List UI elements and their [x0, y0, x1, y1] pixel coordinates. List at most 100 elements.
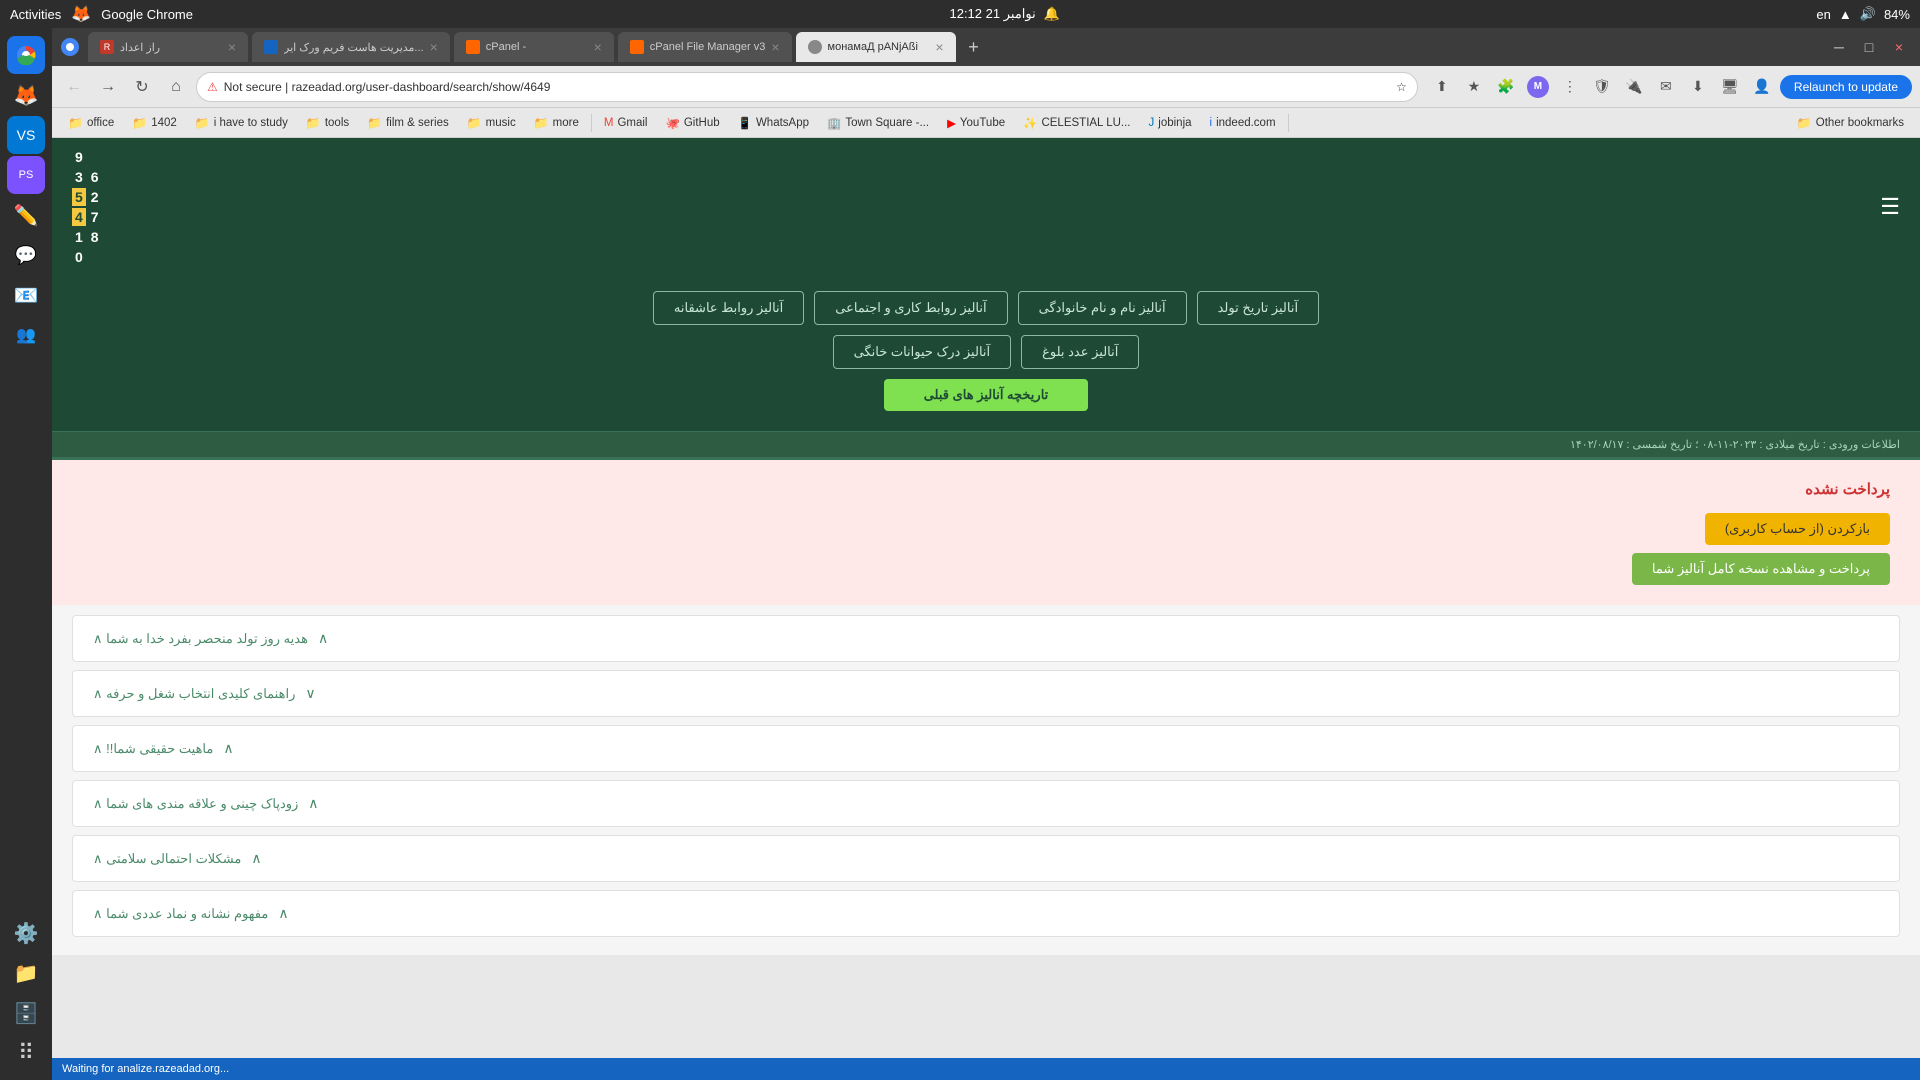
tab-cpanel[interactable]: cPanel - ×	[454, 32, 614, 62]
screen-icon[interactable]: 🖥	[1716, 73, 1744, 101]
info-text: اطلاعات ورودی : تاریخ میلادی : ۲۰۲۳-۱۱-۰…	[1570, 439, 1900, 451]
forward-button[interactable]: →	[94, 73, 122, 101]
bookmark-tools[interactable]: 📁 tools	[298, 111, 357, 135]
bookmark-youtube[interactable]: ▶ YouTube	[939, 111, 1013, 135]
more-tools-icon[interactable]: ⋮	[1556, 73, 1584, 101]
maximize-button[interactable]: □	[1856, 34, 1882, 60]
analysis-btn-birthdate[interactable]: آنالیز تاریخ تولد	[1197, 291, 1319, 325]
tab1-close-btn[interactable]: ×	[228, 39, 236, 55]
bookmark-whatsapp[interactable]: 📱 WhatsApp	[730, 111, 817, 135]
bookmarks-bar: 📁 office 📁 1402 📁 i have to study 📁 tool…	[52, 108, 1920, 138]
section-item-symbol[interactable]: ∧ مفهوم نشانه و نماد عددی شما ∧	[72, 890, 1900, 937]
relaunch-button[interactable]: Relaunch to update	[1780, 75, 1912, 99]
extension-icon3[interactable]: 👤	[1748, 73, 1776, 101]
sidebar-icon-team[interactable]: 👥	[7, 316, 45, 354]
tab-monamad[interactable]: монамаД рАNjАßi ×	[796, 32, 956, 62]
notification-icon[interactable]: 🔔	[1044, 6, 1060, 22]
reactivate-button[interactable]: بازکردن (از حساب کاربری)	[1705, 513, 1890, 545]
tab-hosting[interactable]: مدیریت هاست فریم ورک ایر... ×	[252, 32, 450, 62]
sidebar-icon-appgrid[interactable]: ⠿	[7, 1034, 45, 1072]
download-icon[interactable]: ⬇	[1684, 73, 1712, 101]
shield-icon[interactable]: 🛡	[1588, 73, 1616, 101]
tab-razadad[interactable]: R راز اعداد ×	[88, 32, 248, 62]
bookmark-film[interactable]: 📁 film & series	[359, 111, 457, 135]
url-text: Not secure | razeadad.org/user-dashboard…	[224, 80, 1390, 94]
logo-num-1: 1	[72, 228, 86, 246]
github-icon: 🐙	[665, 116, 679, 130]
tab4-close-btn[interactable]: ×	[771, 39, 779, 55]
section-item-career[interactable]: ∨ راهنمای کلیدی انتخاب شغل و حرفه ∧	[72, 670, 1900, 717]
tab1-favicon: R	[100, 40, 114, 54]
bookmark-1402[interactable]: 📁 1402	[124, 111, 185, 135]
bookmark-more[interactable]: 📁 more	[526, 111, 587, 135]
folder-icon: 📁	[534, 116, 549, 130]
back-button[interactable]: ←	[60, 73, 88, 101]
logo-num-empty	[88, 148, 102, 166]
analysis-btn-name[interactable]: آنالیز نام و نام خانوادگی	[1018, 291, 1187, 325]
close-window-button[interactable]: ×	[1886, 34, 1912, 60]
bookmark-gmail[interactable]: M Gmail	[596, 111, 656, 135]
tab3-close-btn[interactable]: ×	[594, 39, 602, 55]
bookmark-label: tools	[325, 117, 349, 129]
section-title: ماهیت حقیقی شما!! ∧	[93, 741, 213, 757]
section-item-nature[interactable]: ∧ ماهیت حقیقی شما!! ∧	[72, 725, 1900, 772]
reload-button[interactable]: ↻	[128, 73, 156, 101]
extension-icon1[interactable]: 🔌	[1620, 73, 1648, 101]
analysis-btn-pet[interactable]: آنالیز درک حیوانات خانگی	[833, 335, 1012, 369]
browser-window: R راز اعداد × مدیریت هاست فریم ورک ایر..…	[52, 28, 1920, 955]
sidebar-icon-archive[interactable]: 🗄️	[7, 994, 45, 1032]
sidebar-icon-thunderbird[interactable]: 📧	[7, 276, 45, 314]
star-icon[interactable]: ★	[1460, 73, 1488, 101]
history-button[interactable]: تاریخچه آنالیز های قبلی	[884, 379, 1089, 411]
puzzle-icon[interactable]: 🧩	[1492, 73, 1520, 101]
home-button[interactable]: ⌂	[162, 73, 190, 101]
bookmark-celestial[interactable]: ✨ CELESTIAL LU...	[1015, 111, 1138, 135]
tab2-close-btn[interactable]: ×	[430, 39, 438, 55]
sidebar-icon-chrome[interactable]	[7, 36, 45, 74]
section-title: مفهوم نشانه و نماد عددی شما ∧	[93, 906, 268, 922]
analysis-btn-maturity[interactable]: آنالیز عدد بلوغ	[1021, 335, 1139, 369]
section-title: زودپاک چینی و علاقه مندی های شما ∧	[93, 796, 298, 812]
sidebar-icon-settings[interactable]: ⚙️	[7, 914, 45, 952]
analysis-btn-social[interactable]: آنالیز روابط کاری و اجتماعی	[814, 291, 1007, 325]
site-logo: 9 3 6 5 2 4 7 1 8 0	[72, 148, 102, 266]
sidebar-icon-vscode[interactable]: VS	[7, 116, 45, 154]
tab5-close-btn[interactable]: ×	[935, 39, 943, 55]
chevron-down-icon: ∨	[305, 685, 315, 702]
extension-icon2[interactable]: ✉	[1652, 73, 1680, 101]
bookmark-star-icon[interactable]: ☆	[1396, 80, 1407, 94]
sidebar-icon-inkscape[interactable]: ✏️	[7, 196, 45, 234]
profile-icon[interactable]: M	[1524, 73, 1552, 101]
os-bar: Activities 🦊 Google Chrome 12:12 21 نوام…	[0, 0, 1920, 28]
bookmark-label: GitHub	[684, 117, 720, 129]
activities-label[interactable]: Activities	[10, 7, 61, 22]
analysis-btn-romantic[interactable]: آنالیز روابط عاشقانه	[653, 291, 804, 325]
hamburger-menu-button[interactable]: ☰	[1880, 194, 1900, 220]
section-item-health[interactable]: ∧ مشکلات احتمالی سلامتی ∧	[72, 835, 1900, 882]
sidebar-icon-slack[interactable]: 💬	[7, 236, 45, 274]
indeed-icon: i	[1210, 117, 1213, 129]
bookmark-townsquare[interactable]: 🏢 Town Square -...	[819, 111, 937, 135]
minimize-button[interactable]: ─	[1826, 34, 1852, 60]
bookmark-other[interactable]: 📁 Other bookmarks	[1789, 111, 1912, 135]
bookmark-indeed[interactable]: i indeed.com	[1202, 111, 1284, 135]
sidebar-icon-firefox[interactable]: 🦊	[7, 76, 45, 114]
volume-icon: 🔊	[1860, 6, 1876, 22]
section-item-chinese[interactable]: ∧ زودپاک چینی و علاقه مندی های شما ∧	[72, 780, 1900, 827]
logo-num-2: 2	[88, 188, 102, 206]
tab-cpanel-file[interactable]: cPanel File Manager v3 ×	[618, 32, 792, 62]
sidebar-icon-files[interactable]: 📁	[7, 954, 45, 992]
bookmark-music[interactable]: 📁 music	[459, 111, 524, 135]
bookmark-office[interactable]: 📁 office	[60, 111, 122, 135]
url-bar[interactable]: ⚠ Not secure | razeadad.org/user-dashboa…	[196, 72, 1418, 102]
sidebar-icon-phpstorm[interactable]: PS	[7, 156, 45, 194]
tab1-title: راز اعداد	[120, 41, 222, 54]
section-item-birthday[interactable]: ∧ هدیه روز تولد منحصر بفرد خدا به شما ∧	[72, 615, 1900, 662]
bookmark-github[interactable]: 🐙 GitHub	[657, 111, 727, 135]
pay-button[interactable]: پرداخت و مشاهده نسخه کامل آنالیز شما	[1632, 553, 1890, 585]
bookmark-jobinja[interactable]: J jobinja	[1141, 111, 1200, 135]
bookmark-label: film & series	[386, 117, 449, 129]
new-tab-button[interactable]: +	[960, 33, 988, 61]
bookmark-study[interactable]: 📁 i have to study	[187, 111, 296, 135]
share-icon[interactable]: ⬆	[1428, 73, 1456, 101]
